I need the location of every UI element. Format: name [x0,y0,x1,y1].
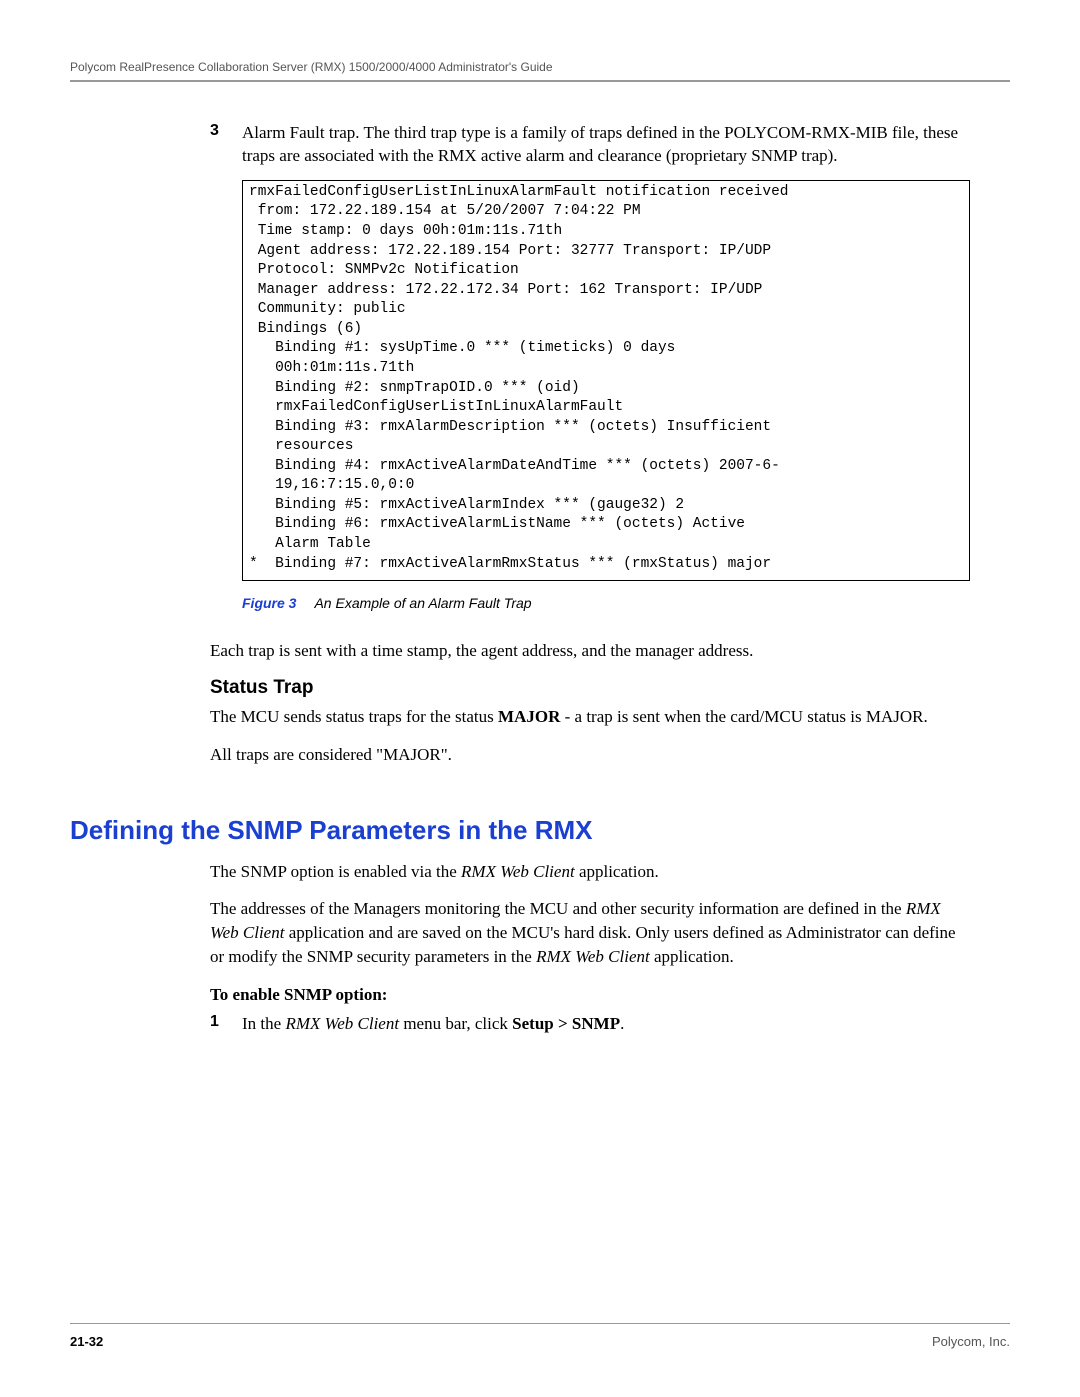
header-rule [70,80,1010,82]
page-footer: 21-32 Polycom, Inc. [70,1323,1010,1349]
step-number: 1 [210,1013,242,1036]
page-number: 21-32 [70,1334,103,1349]
section-heading-snmp-params: Defining the SNMP Parameters in the RMX [70,815,1010,846]
figure-text: An Example of an Alarm Fault Trap [314,595,531,611]
step-text: In the RMX Web Client menu bar, click Se… [242,1013,624,1036]
list-item-3: 3 Alarm Fault trap. The third trap type … [210,122,970,168]
doc-header: Polycom RealPresence Collaboration Serve… [70,60,1010,74]
subheading-status-trap: Status Trap [210,677,970,699]
item-number: 3 [210,122,242,168]
code-block-trap-example: rmxFailedConfigUserListInLinuxAlarmFault… [242,180,970,581]
paragraph: The addresses of the Managers monitoring… [210,897,970,968]
item-text: Alarm Fault trap. The third trap type is… [242,122,970,168]
step-1: 1 In the RMX Web Client menu bar, click … [210,1013,970,1036]
figure-caption: Figure 3 An Example of an Alarm Fault Tra… [242,595,970,611]
footer-company: Polycom, Inc. [932,1334,1010,1349]
figure-label: Figure 3 [242,595,296,611]
paragraph: The MCU sends status traps for the statu… [210,705,970,729]
paragraph: The SNMP option is enabled via the RMX W… [210,860,970,884]
procedure-heading: To enable SNMP option: [210,983,970,1007]
paragraph: Each trap is sent with a time stamp, the… [210,639,970,663]
paragraph: All traps are considered "MAJOR". [210,743,970,767]
